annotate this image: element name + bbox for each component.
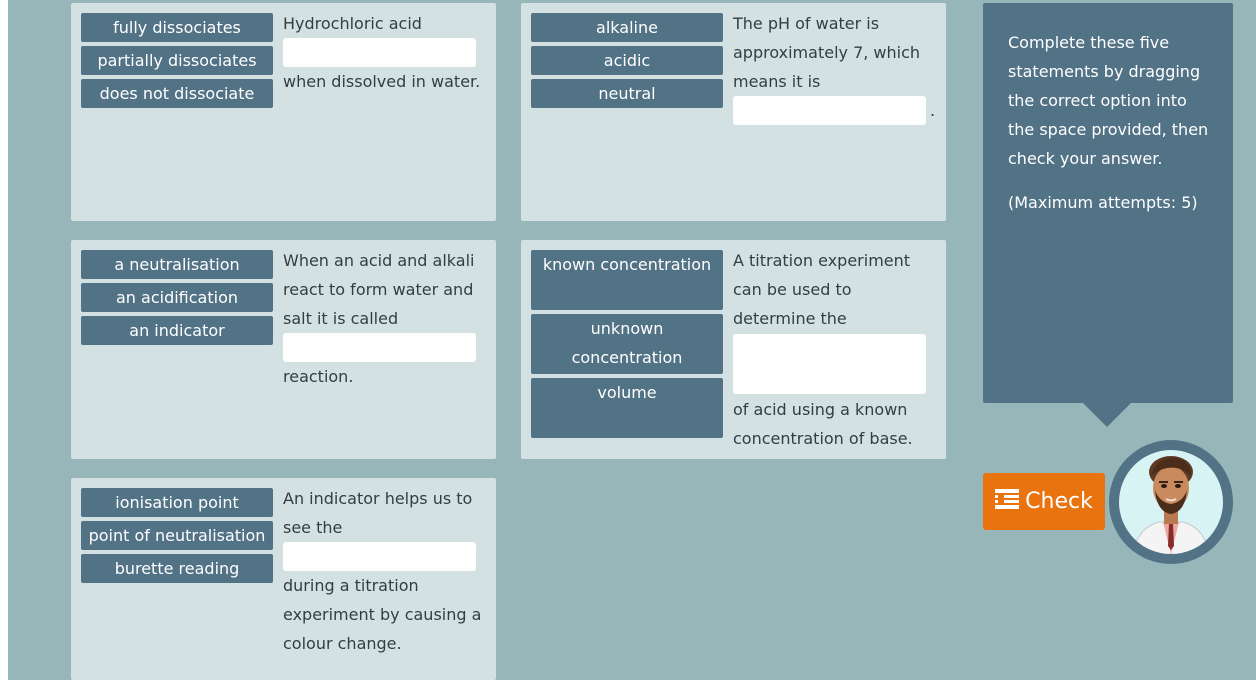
statement-text-after: reaction. [283, 367, 354, 386]
drop-slot[interactable] [283, 38, 476, 67]
option-list: a neutralisation an acidification an ind… [81, 250, 273, 349]
speech-bubble-tail [1083, 403, 1131, 427]
statement-card-5: ionisation point point of neutralisation… [71, 478, 496, 680]
statement-text: When an acid and alkali react to form wa… [283, 246, 483, 391]
drop-slot[interactable] [283, 333, 476, 362]
statement-text: The pH of water is approximately 7, whic… [733, 9, 936, 125]
avatar [1109, 440, 1233, 564]
drag-option[interactable]: burette reading [81, 554, 273, 583]
option-list: fully dissociates partially dissociates … [81, 13, 273, 112]
attempts-text: (Maximum attempts: 5) [1008, 193, 1198, 212]
statement-text: A titration experiment can be used to de… [733, 246, 933, 453]
statement-text-after: of acid using a known concentration of b… [733, 400, 913, 448]
drag-option[interactable]: acidic [531, 46, 723, 75]
statement-text-before: A titration experiment can be used to de… [733, 251, 911, 328]
scientist-avatar-icon [1119, 450, 1223, 554]
drag-option[interactable]: unknown concentration [531, 314, 723, 374]
statement-text-after: . [930, 101, 936, 120]
statement-card-2: alkaline acidic neutral The pH of water … [521, 3, 946, 221]
statement-text-after: during a titration experiment by causing… [283, 576, 482, 653]
option-list: alkaline acidic neutral [531, 13, 723, 112]
statement-card-4: known concentration unknown concentratio… [521, 240, 946, 459]
statement-card-1: fully dissociates partially dissociates … [71, 3, 496, 221]
drag-option[interactable]: alkaline [531, 13, 723, 42]
drag-option[interactable]: a neutralisation [81, 250, 273, 279]
drag-option[interactable]: ionisation point [81, 488, 273, 517]
drag-option[interactable]: known concentration [531, 250, 723, 310]
drop-slot[interactable] [733, 96, 926, 125]
drag-option[interactable]: fully dissociates [81, 13, 273, 42]
check-button[interactable]: Check [983, 473, 1105, 530]
drag-option[interactable]: partially dissociates [81, 46, 273, 75]
check-button-label: Check [1025, 489, 1093, 514]
statement-text-before: The pH of water is approximately 7, whic… [733, 14, 921, 91]
statement-text-before: An indicator helps us to see the [283, 489, 473, 537]
drag-option[interactable]: point of neutralisation [81, 521, 273, 550]
drop-slot[interactable] [283, 542, 476, 571]
drag-option[interactable]: does not dissociate [81, 79, 273, 108]
statement-text-before: Hydrochloric acid [283, 14, 422, 33]
instructions-text: Complete these five statements by draggi… [1008, 33, 1209, 168]
option-list: ionisation point point of neutralisation… [81, 488, 273, 587]
drag-option[interactable]: an acidification [81, 283, 273, 312]
instructions-panel: Complete these five statements by draggi… [983, 3, 1233, 403]
drag-option[interactable]: volume [531, 378, 723, 438]
drop-slot[interactable] [733, 334, 926, 394]
statement-text: An indicator helps us to see the during … [283, 484, 483, 658]
drag-option[interactable]: an indicator [81, 316, 273, 345]
statement-text-after: when dissolved in water. [283, 72, 481, 91]
statement-text: Hydrochloric acid when dissolved in wate… [283, 9, 483, 96]
check-list-icon [995, 488, 1020, 515]
drag-option[interactable]: neutral [531, 79, 723, 108]
statement-text-before: When an acid and alkali react to form wa… [283, 251, 475, 328]
statement-card-3: a neutralisation an acidification an ind… [71, 240, 496, 459]
option-list: known concentration unknown concentratio… [531, 250, 723, 442]
